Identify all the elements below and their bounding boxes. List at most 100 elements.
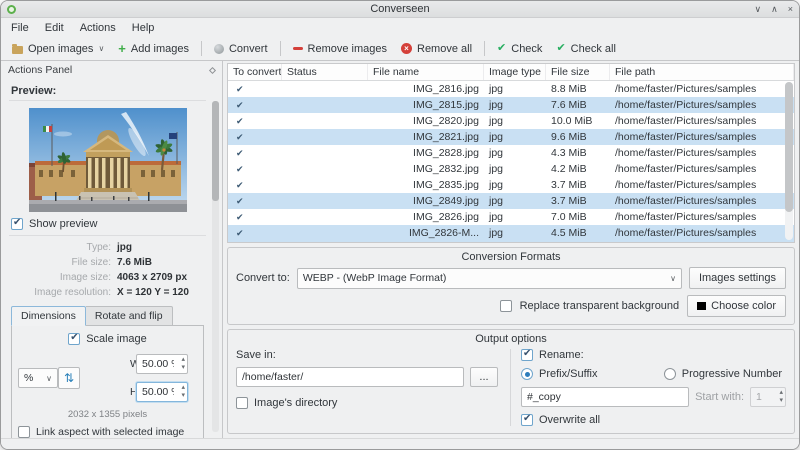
overwrite-all-checkbox[interactable]: Overwrite all (521, 413, 786, 426)
row-file-path: /home/faster/Pictures/samples (615, 163, 757, 175)
images-directory-checkbox[interactable]: Image's directory (236, 397, 498, 409)
spin-up-icon[interactable]: ▴ (181, 384, 185, 392)
row-file-size: 7.0 MiB (551, 211, 587, 223)
row-file-size: 7.6 MiB (551, 99, 587, 111)
width-stepper[interactable]: ▴▾ (136, 354, 188, 374)
spin-down-icon[interactable]: ▾ (181, 364, 185, 372)
row-file-name: IMG_2821.jpg (413, 131, 479, 143)
row-checkbox[interactable]: ✔ (228, 212, 282, 223)
show-preview-checkbox[interactable]: Show preview (11, 217, 206, 230)
table-row[interactable]: ✔ IMG_2820.jpg jpg 10.0 MiB /home/faster… (228, 113, 794, 129)
table-row[interactable]: ✔ IMG_2816.jpg jpg 8.8 MiB /home/faster/… (228, 81, 794, 97)
conversion-formats-group: Conversion Formats Convert to: WEBP - (W… (227, 247, 795, 325)
spin-down-icon[interactable]: ▾ (181, 392, 185, 400)
row-file-size: 10.0 MiB (551, 115, 593, 127)
table-row[interactable]: ✔ IMG_2828.jpg jpg 4.3 MiB /home/faster/… (228, 145, 794, 161)
row-file-name: IMG_2849.jpg (413, 195, 479, 207)
maximize-button[interactable]: ∧ (771, 3, 778, 16)
row-file-path: /home/faster/Pictures/samples (615, 115, 757, 127)
menu-bar: File Edit Actions Help (1, 18, 799, 37)
tab-rotate-flip[interactable]: Rotate and flip (85, 306, 173, 326)
width-input[interactable] (137, 355, 187, 373)
convert-button[interactable]: Convert (207, 41, 275, 57)
row-image-type: jpg (489, 179, 504, 191)
menu-help[interactable]: Help (132, 22, 155, 34)
row-image-type: jpg (489, 147, 504, 159)
col-image-type[interactable]: Image type (484, 64, 546, 80)
row-file-name: IMG_2826.jpg (413, 211, 479, 223)
row-image-type: jpg (489, 131, 504, 143)
unit-select[interactable]: % ∨ (18, 368, 58, 388)
progressive-number-radio[interactable]: Progressive Number (663, 368, 782, 380)
prefix-suffix-radio[interactable]: Prefix/Suffix (521, 368, 598, 380)
minimize-button[interactable]: ∨ (755, 3, 762, 16)
scale-image-checkbox[interactable]: Scale image (18, 332, 197, 345)
row-checkbox[interactable]: ✔ (228, 180, 282, 191)
table-row[interactable]: ✔ IMG_2854-2.j... jpg 7.0 MiB /home/fast… (228, 241, 794, 242)
table-row[interactable]: ✔ IMG_2835.jpg jpg 3.7 MiB /home/faster/… (228, 177, 794, 193)
check-all-button[interactable]: ✔ Check all (549, 41, 622, 57)
table-row[interactable]: ✔ IMG_2821.jpg jpg 9.6 MiB /home/faster/… (228, 129, 794, 145)
convert-to-label: Convert to: (236, 272, 290, 284)
table-row[interactable]: ✔ IMG_2826.jpg jpg 7.0 MiB /home/faster/… (228, 209, 794, 225)
status-bar (1, 438, 799, 449)
table-scrollbar[interactable] (785, 82, 793, 240)
resolution-label: Image resolution: (34, 287, 111, 298)
row-checkbox[interactable]: ✔ (228, 148, 282, 159)
rename-pattern-field[interactable] (521, 387, 690, 407)
row-image-type: jpg (489, 83, 504, 95)
panel-scrollbar[interactable] (212, 101, 219, 432)
menu-file[interactable]: File (11, 22, 29, 34)
remove-images-button[interactable]: Remove images (286, 41, 394, 57)
menu-edit[interactable]: Edit (45, 22, 64, 34)
dimensions-tab-panel: Scale image Width: ▴▾ % ∨ (11, 325, 204, 438)
row-checkbox[interactable]: ✔ (228, 164, 282, 175)
col-to-convert[interactable]: To convert (228, 64, 282, 80)
table-row[interactable]: ✔ IMG_2832.jpg jpg 4.2 MiB /home/faster/… (228, 161, 794, 177)
col-status[interactable]: Status (282, 64, 368, 80)
remove-all-button[interactable]: × Remove all (394, 41, 479, 57)
row-checkbox[interactable]: ✔ (228, 196, 282, 207)
height-input[interactable] (137, 383, 187, 401)
height-stepper[interactable]: ▴▾ (136, 382, 188, 402)
file-table-body: ✔ IMG_2816.jpg jpg 8.8 MiB /home/faster/… (228, 81, 794, 242)
col-file-name[interactable]: File name (368, 64, 484, 80)
row-checkbox[interactable]: ✔ (228, 116, 282, 127)
replace-transparent-checkbox[interactable] (499, 300, 512, 312)
swap-dimensions-button[interactable]: ⇅ (58, 367, 80, 389)
spin-down-icon[interactable]: ▾ (779, 397, 783, 405)
col-file-size[interactable]: File size (546, 64, 610, 80)
start-with-stepper[interactable]: ▴▾ (750, 387, 786, 407)
format-select[interactable]: WEBP - (WebP Image Format) ∨ (296, 267, 682, 289)
toolbar: Open images ∨ + Add images Convert Remov… (1, 37, 799, 61)
table-row[interactable]: ✔ IMG_2815.jpg jpg 7.6 MiB /home/faster/… (228, 97, 794, 113)
row-checkbox[interactable]: ✔ (228, 100, 282, 111)
browse-button[interactable]: ... (470, 367, 498, 387)
table-row[interactable]: ✔ IMG_2849.jpg jpg 3.7 MiB /home/faster/… (228, 193, 794, 209)
converseen-window: Converseen ∨ ∧ × File Edit Actions Help … (0, 0, 800, 450)
add-images-button[interactable]: + Add images (111, 41, 196, 57)
tab-dimensions[interactable]: Dimensions (11, 306, 86, 326)
open-images-button[interactable]: Open images ∨ (5, 41, 111, 57)
images-settings-button[interactable]: Images settings (688, 267, 786, 289)
col-file-path[interactable]: File path (610, 64, 794, 80)
check-icon: ✔ (497, 42, 507, 54)
float-panel-icon[interactable] (208, 66, 217, 74)
check-button[interactable]: ✔ Check (490, 41, 549, 57)
save-path-field[interactable] (236, 367, 464, 387)
choose-color-button[interactable]: Choose color (687, 295, 786, 317)
spin-up-icon[interactable]: ▴ (779, 389, 783, 397)
row-checkbox[interactable]: ✔ (228, 84, 282, 95)
link-aspect-checkbox[interactable]: Link aspect with selected image (18, 426, 197, 438)
row-checkbox[interactable]: ✔ (228, 132, 282, 143)
row-file-name: IMG_2816.jpg (413, 83, 479, 95)
panel-tabs: Dimensions Rotate and flip (11, 306, 206, 326)
rename-checkbox[interactable]: Rename: (521, 348, 786, 361)
close-button[interactable]: × (788, 3, 793, 16)
menu-actions[interactable]: Actions (80, 22, 116, 34)
table-row[interactable]: ✔ IMG_2826-M... jpg 4.5 MiB /home/faster… (228, 225, 794, 241)
row-checkbox[interactable]: ✔ (228, 228, 282, 239)
toolbar-separator (200, 41, 202, 56)
row-file-path: /home/faster/Pictures/samples (615, 99, 757, 111)
spin-up-icon[interactable]: ▴ (181, 356, 185, 364)
